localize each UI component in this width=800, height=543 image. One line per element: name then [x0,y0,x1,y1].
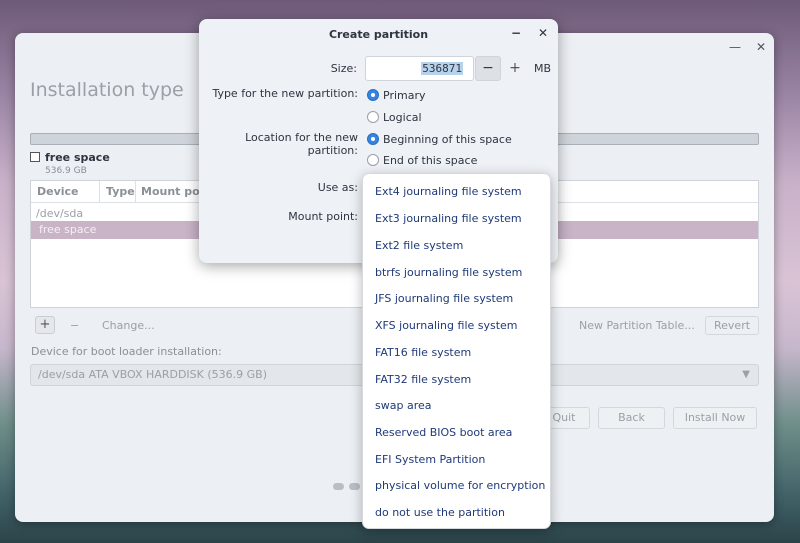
progress-dots [333,480,365,493]
free-space-size: 536.9 GB [45,166,87,176]
size-unit: MB [534,62,552,75]
use-as-label: Use as: [317,181,358,194]
progress-dot [333,483,344,490]
radio-primary[interactable] [367,89,379,101]
free-space-swatch [30,152,40,162]
size-increment-button[interactable]: + [505,57,525,79]
close-icon[interactable]: ✕ [535,26,551,42]
change-partition-button[interactable]: Change... [102,319,155,332]
free-space-label: free space [45,151,110,164]
page-title: Installation type [30,79,184,101]
size-label: Size: [330,62,357,75]
menu-item-btrfs[interactable]: btrfs journaling file system [375,266,522,279]
install-now-button[interactable]: Install Now [673,407,757,429]
size-decrement-button[interactable]: − [475,56,501,81]
radio-beginning-label: Beginning of this space [383,133,512,146]
revert-button[interactable]: Revert [705,316,760,335]
close-icon[interactable]: ✕ [754,41,768,55]
menu-item-fat16[interactable]: FAT16 file system [375,346,471,359]
menu-item-ext4[interactable]: Ext4 journaling file system [375,185,522,198]
bootloader-value: /dev/sda ATA VBOX HARDDISK (536.9 GB) [38,368,268,381]
menu-item-do-not-use[interactable]: do not use the partition [375,506,505,519]
menu-item-efi[interactable]: EFI System Partition [375,453,485,466]
progress-dot [349,483,360,490]
minimize-icon[interactable]: — [728,41,742,55]
radio-end[interactable] [367,154,379,166]
column-device[interactable]: Device [37,185,79,198]
table-row[interactable]: /dev/sda [36,207,83,220]
menu-item-encryption[interactable]: physical volume for encryption [375,479,545,492]
location-label: Location for the new partition: [245,131,358,157]
menu-item-bios-boot[interactable]: Reserved BIOS boot area [375,426,512,439]
new-partition-table-button[interactable]: New Partition Table... [579,319,695,332]
mount-point-label: Mount point: [288,210,358,223]
radio-beginning[interactable] [367,133,379,145]
menu-item-swap[interactable]: swap area [375,399,431,412]
minimize-icon[interactable]: − [508,26,524,42]
size-input[interactable]: 536871 [365,56,474,81]
chevron-down-icon: ▼ [742,369,750,380]
remove-partition-button[interactable]: − [70,319,79,332]
size-value: 536871 [421,62,463,75]
menu-item-ext2[interactable]: Ext2 file system [375,239,463,252]
add-partition-button[interactable]: + [35,316,55,334]
radio-end-label: End of this space [383,154,478,167]
radio-logical[interactable] [367,111,379,123]
menu-item-xfs[interactable]: XFS journaling file system [375,319,518,332]
bootloader-label: Device for boot loader installation: [31,345,222,358]
menu-item-jfs[interactable]: JFS journaling file system [375,292,513,305]
back-button[interactable]: Back [598,407,665,429]
dialog-title: Create partition [328,28,429,41]
radio-primary-label: Primary [383,89,426,102]
column-type[interactable]: Type [106,185,135,198]
menu-item-ext3[interactable]: Ext3 journaling file system [375,212,522,225]
radio-logical-label: Logical [383,111,422,124]
menu-item-fat32[interactable]: FAT32 file system [375,373,471,386]
use-as-dropdown-menu: Ext4 journaling file system Ext3 journal… [362,173,551,529]
type-label: Type for the new partition: [212,87,358,100]
